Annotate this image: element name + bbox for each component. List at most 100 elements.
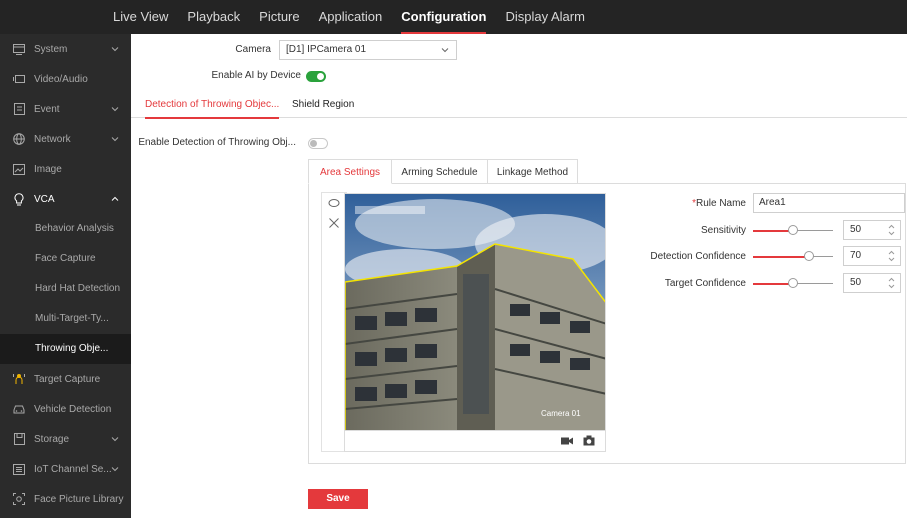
lightbulb-icon — [12, 192, 26, 206]
nav-playback[interactable]: Playback — [187, 0, 240, 34]
spinner-icon[interactable] — [888, 250, 895, 262]
event-icon — [12, 102, 26, 116]
slider-thumb[interactable] — [804, 251, 814, 261]
slider-thumb[interactable] — [788, 278, 798, 288]
sidebar-item-label: System — [34, 43, 68, 55]
sidebar-item-vca[interactable]: VCA — [0, 184, 131, 214]
face-scan-icon — [12, 492, 26, 506]
sidebar-item-label: Video/Audio — [34, 73, 88, 85]
detection-tabs: Detection of Throwing Objec... Shield Re… — [131, 94, 907, 119]
tab-linkage-method[interactable]: Linkage Method — [487, 159, 578, 184]
nav-picture[interactable]: Picture — [259, 0, 299, 34]
globe-icon — [12, 132, 26, 146]
sidebar: System Video/Audio Event Network Image V… — [0, 34, 131, 518]
nav-application[interactable]: Application — [319, 0, 383, 34]
sidebar-item-label: Network — [34, 133, 71, 145]
settings-tabs: Area Settings Arming Schedule Linkage Me… — [308, 159, 578, 184]
record-button[interactable] — [561, 436, 573, 449]
nav-configuration[interactable]: Configuration — [401, 0, 487, 34]
slider-thumb[interactable] — [788, 225, 798, 235]
enable-ai-toggle[interactable] — [306, 71, 326, 82]
monitor-icon — [12, 42, 26, 56]
sidebar-item-target-capture[interactable]: Target Capture — [0, 364, 131, 394]
tab-arming-schedule[interactable]: Arming Schedule — [391, 159, 488, 184]
chevron-down-icon — [111, 107, 119, 112]
rule-name-input[interactable]: Area1 — [753, 193, 905, 213]
sidebar-item-label: IoT Channel Se... — [34, 463, 112, 475]
sidebar-item-iot-channel[interactable]: IoT Channel Se... — [0, 454, 131, 484]
video-control-bar — [344, 431, 606, 452]
iot-icon — [12, 462, 26, 476]
target-confidence-value: 50 — [850, 277, 862, 288]
sidebar-item-face-picture-library[interactable]: Face Picture Library — [0, 484, 131, 514]
sidebar-sub-face-capture[interactable]: Face Capture — [0, 244, 131, 274]
target-confidence-input[interactable]: 50 — [843, 273, 901, 293]
sidebar-item-image[interactable]: Image — [0, 154, 131, 184]
rule-name-label: *Rule Name — [626, 198, 746, 209]
detection-confidence-input[interactable]: 70 — [843, 246, 901, 266]
chevron-down-icon — [111, 137, 119, 142]
top-nav-bar: Live View Playback Picture Application C… — [0, 0, 907, 34]
camera-select[interactable]: [D1] IPCamera 01 — [279, 40, 457, 60]
sidebar-sub-throwing-objects[interactable]: Throwing Obje... — [0, 334, 131, 364]
enable-detection-toggle[interactable] — [308, 138, 328, 149]
sidebar-sub-behavior-analysis[interactable]: Behavior Analysis — [0, 214, 131, 244]
image-icon — [12, 162, 26, 176]
sidebar-item-event[interactable]: Event — [0, 94, 131, 124]
main-content: Camera [D1] IPCamera 01 Enable AI by Dev… — [131, 34, 907, 518]
tab-area-settings[interactable]: Area Settings — [308, 159, 392, 184]
slider-fill — [753, 230, 793, 232]
clear-area-button[interactable] — [322, 213, 346, 233]
sensitivity-value: 50 — [850, 224, 862, 235]
target-confidence-slider[interactable] — [753, 278, 833, 290]
sidebar-item-network[interactable]: Network — [0, 124, 131, 154]
tab-detection-throwing[interactable]: Detection of Throwing Objec... — [145, 94, 280, 119]
slider-fill — [753, 283, 793, 285]
enable-ai-label: Enable AI by Device — [211, 70, 302, 81]
sidebar-item-label: VCA — [34, 193, 55, 205]
sidebar-item-label: Storage — [34, 433, 70, 445]
sidebar-item-storage[interactable]: Storage — [0, 424, 131, 454]
nav-display-alarm[interactable]: Display Alarm — [505, 0, 584, 34]
camera-label: Camera — [235, 44, 271, 55]
chevron-down-icon — [111, 47, 119, 52]
spinner-icon[interactable] — [888, 224, 895, 236]
detection-confidence-slider[interactable] — [753, 251, 833, 263]
camera-select-value: [D1] IPCamera 01 — [286, 44, 367, 55]
detection-confidence-value: 70 — [850, 250, 862, 261]
camera-feed-image: Camera 01 — [345, 194, 605, 430]
sidebar-item-label: Vehicle Detection — [34, 403, 112, 415]
chevron-down-icon — [111, 467, 119, 472]
top-nav: Live View Playback Picture Application C… — [113, 0, 604, 34]
sidebar-item-video-audio[interactable]: Video/Audio — [0, 64, 131, 94]
video-camera-label: Camera 01 — [541, 409, 581, 418]
storage-icon — [12, 432, 26, 446]
polygon-icon — [328, 199, 340, 207]
chevron-down-icon — [111, 437, 119, 442]
enable-detection-label: Enable Detection of Throwing Obj... — [138, 137, 296, 148]
chevron-down-icon — [441, 48, 449, 53]
tab-shield-region[interactable]: Shield Region — [292, 94, 354, 118]
sidebar-item-system[interactable]: System — [0, 34, 131, 64]
video-camera-icon — [561, 437, 573, 445]
draw-area-button[interactable] — [322, 193, 346, 213]
sidebar-item-label: Image — [34, 163, 62, 175]
sidebar-item-label: Event — [34, 103, 60, 115]
sidebar-sub-hard-hat-detection[interactable]: Hard Hat Detection — [0, 274, 131, 304]
sensitivity-slider[interactable] — [753, 225, 833, 237]
chevron-up-icon — [111, 196, 119, 201]
sensitivity-input[interactable]: 50 — [843, 220, 901, 240]
live-video[interactable]: Camera 01 — [344, 193, 606, 431]
rule-name-label-text: Rule Name — [695, 198, 746, 209]
save-button[interactable]: Save — [308, 489, 368, 509]
camera-icon — [583, 435, 595, 446]
capture-button[interactable] — [583, 435, 595, 449]
sidebar-item-label: Face Picture Library — [34, 493, 124, 505]
video-icon — [12, 72, 26, 86]
sidebar-sub-multi-target-type[interactable]: Multi-Target-Ty... — [0, 304, 131, 334]
car-icon — [12, 402, 26, 416]
sidebar-item-vehicle-detection[interactable]: Vehicle Detection — [0, 394, 131, 424]
spinner-icon[interactable] — [888, 277, 895, 289]
nav-live-view[interactable]: Live View — [113, 0, 168, 34]
sensitivity-label: Sensitivity — [700, 225, 746, 236]
